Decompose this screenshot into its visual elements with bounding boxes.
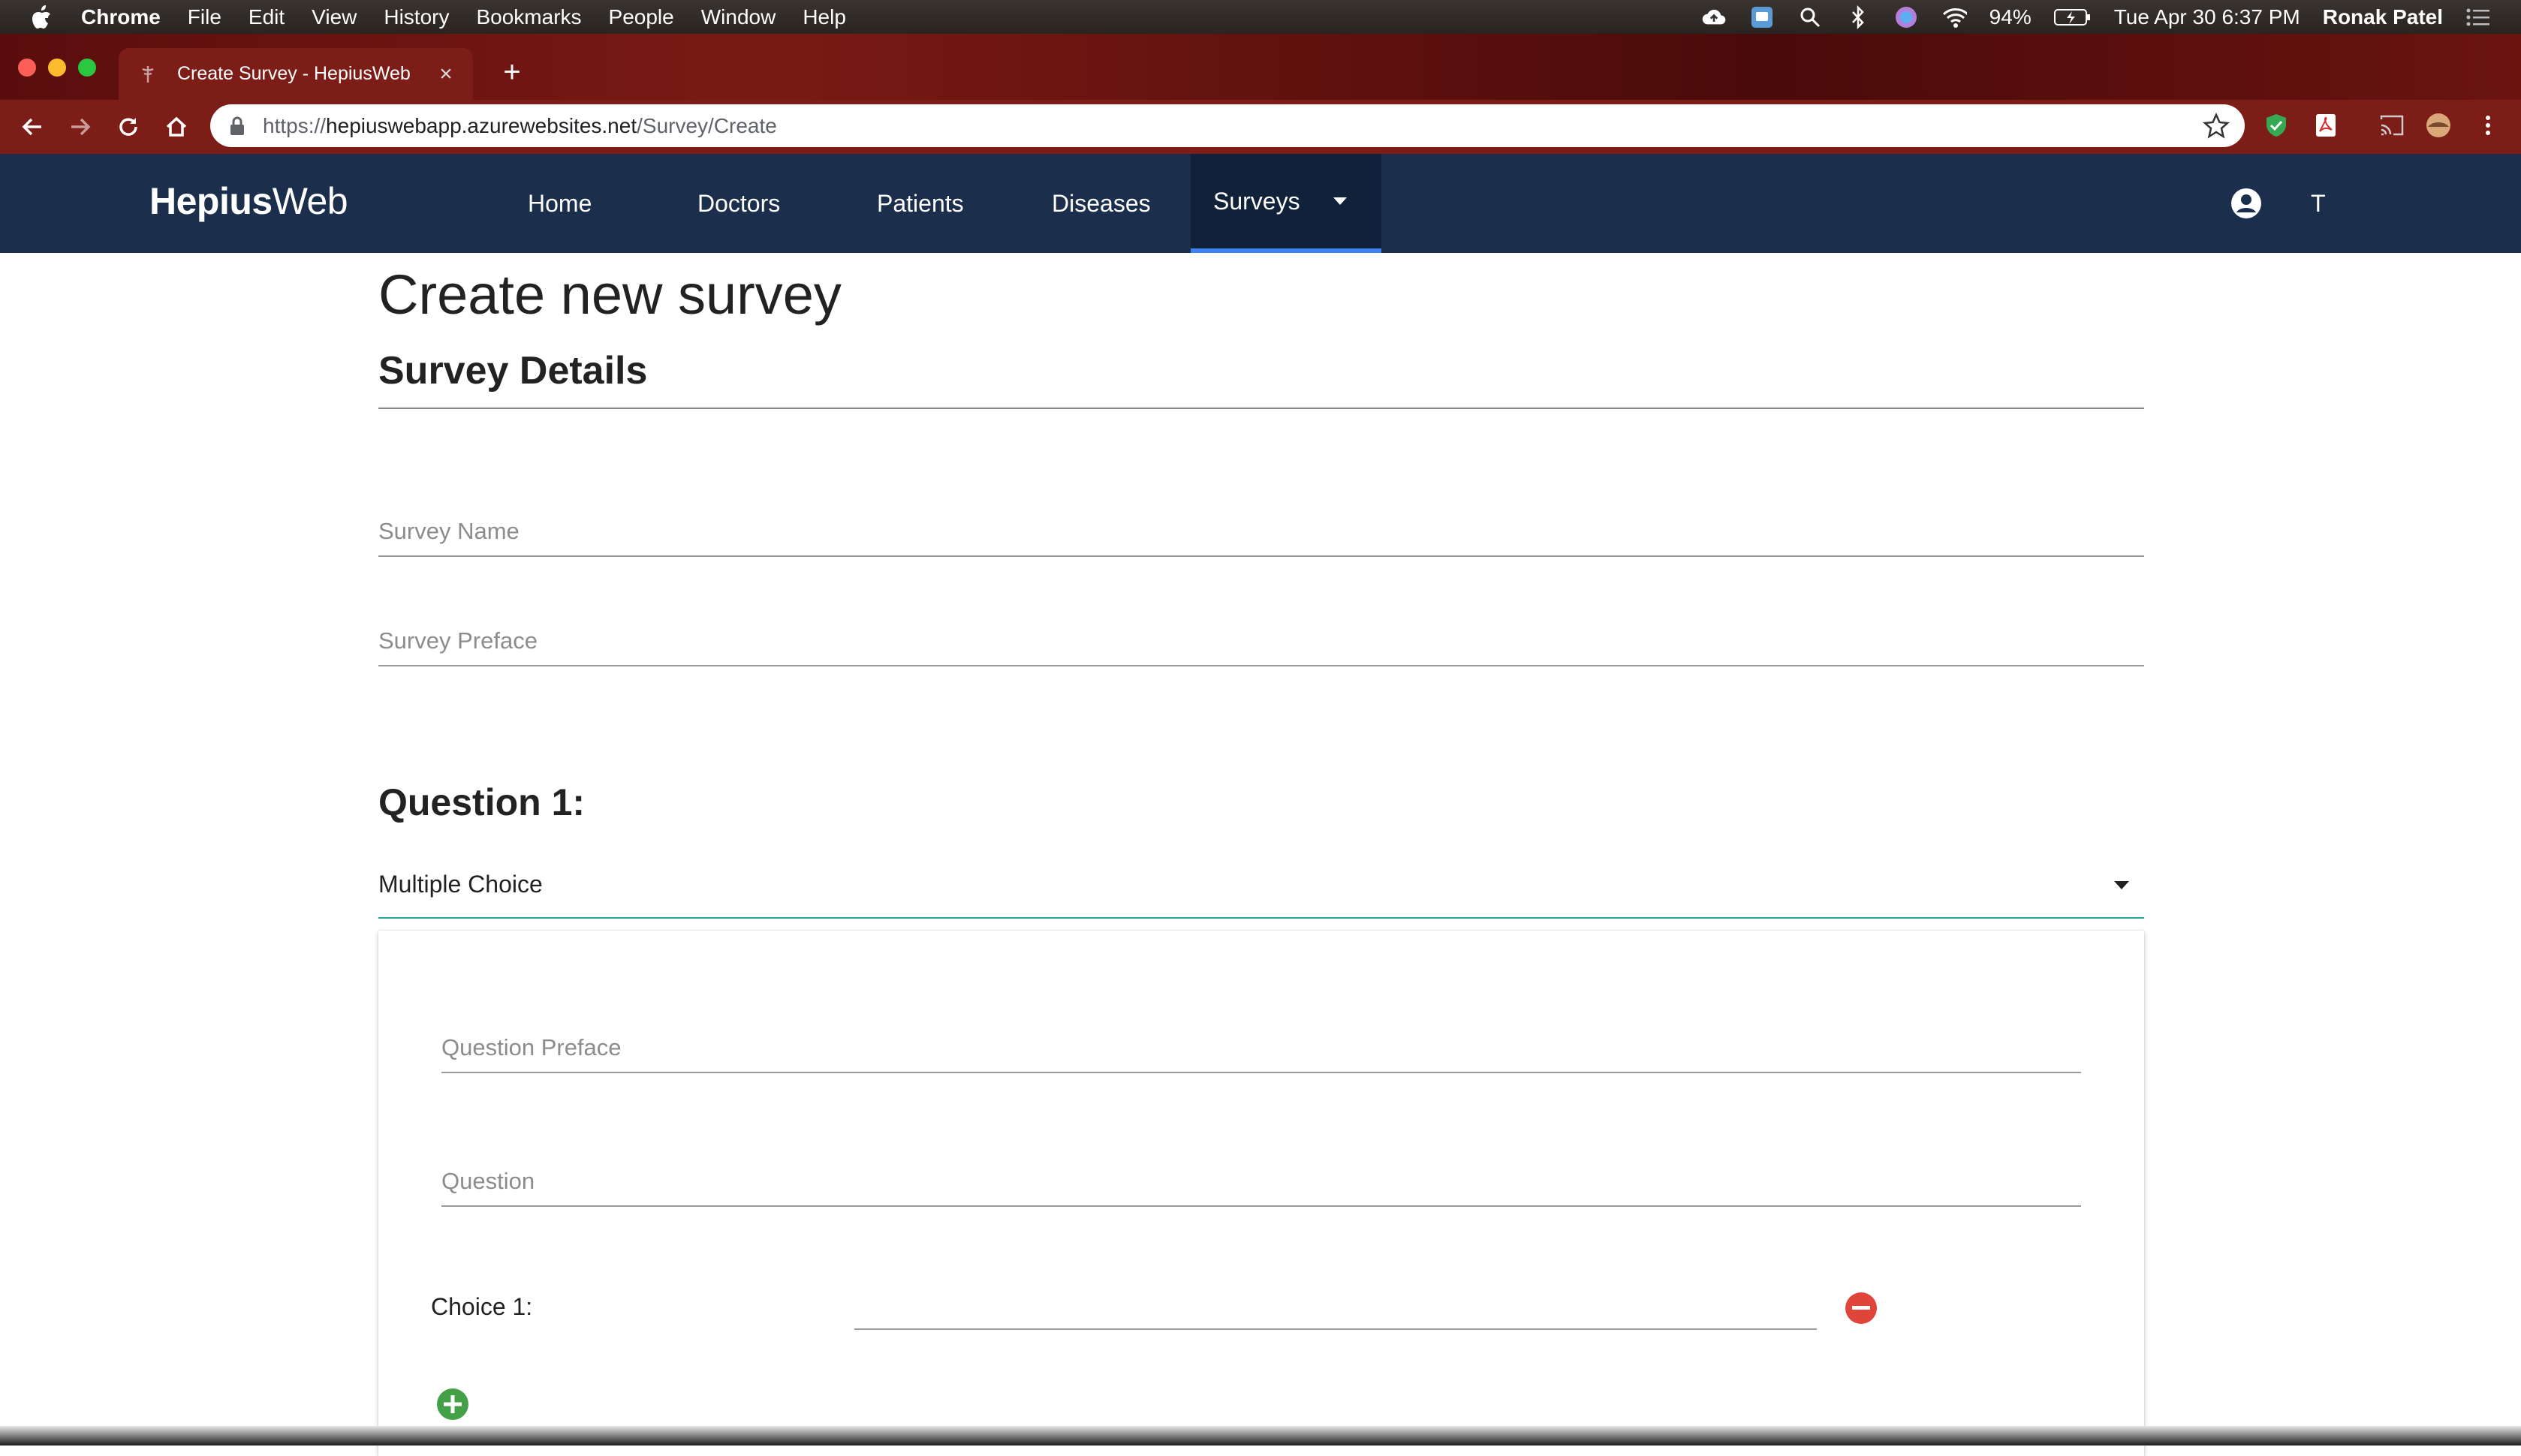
dropdown-arrow-icon	[2114, 881, 2129, 889]
chrome-menu-icon[interactable]	[2474, 112, 2501, 139]
cloud-upload-icon[interactable]	[1701, 5, 1727, 30]
user-initial[interactable]: T	[2311, 190, 2326, 218]
menu-clock[interactable]: Tue Apr 30 6:37 PM	[2114, 5, 2300, 29]
menu-edit[interactable]: Edit	[248, 5, 285, 29]
battery-icon[interactable]	[2053, 5, 2092, 30]
menu-user-name[interactable]: Ronak Patel	[2323, 5, 2443, 29]
plus-icon	[444, 1395, 462, 1413]
question-type-value: Multiple Choice	[378, 871, 543, 898]
siri-icon[interactable]	[1893, 5, 1919, 30]
nav-doctors[interactable]: Doctors	[697, 154, 780, 253]
survey-preface-field	[378, 606, 2144, 666]
section-heading-survey-details: Survey Details	[378, 349, 648, 393]
brand-logo[interactable]: HepiusWeb	[149, 179, 348, 223]
menu-history[interactable]: History	[384, 5, 449, 29]
chevron-down-icon	[1333, 197, 1347, 205]
back-button[interactable]	[17, 111, 48, 143]
forward-button[interactable]	[65, 111, 96, 143]
home-button[interactable]	[161, 111, 192, 143]
notification-center-icon[interactable]	[2465, 5, 2491, 30]
window-bottom-edge	[0, 1426, 2521, 1445]
menu-window[interactable]: Window	[701, 5, 776, 29]
window-minimize-button[interactable]	[48, 59, 66, 77]
window-zoom-button[interactable]	[78, 59, 96, 77]
nav-home[interactable]: Home	[528, 154, 592, 253]
question-card: Choice 1:	[378, 931, 2144, 1456]
question-preface-input[interactable]	[441, 1034, 2081, 1061]
choice-field	[854, 1270, 1817, 1330]
new-tab-button[interactable]: +	[497, 56, 527, 89]
pdf-extension-icon[interactable]	[2312, 112, 2339, 139]
window-close-button[interactable]	[18, 59, 36, 77]
nav-patients[interactable]: Patients	[877, 154, 964, 253]
section-divider	[378, 408, 2144, 409]
reload-button[interactable]	[113, 111, 144, 143]
menu-people[interactable]: People	[609, 5, 674, 29]
app-navbar: HepiusWeb Home Doctors Patients Diseases…	[0, 154, 2521, 253]
menu-view[interactable]: View	[312, 5, 357, 29]
choice-label: Choice 1:	[431, 1293, 533, 1320]
apple-icon[interactable]	[29, 5, 54, 30]
browser-tab-active[interactable]: Create Survey - HepiusWeb ×	[119, 48, 473, 100]
app-status-icon[interactable]	[1749, 5, 1775, 30]
profile-avatar-icon[interactable]	[2425, 112, 2452, 139]
site-favicon-icon	[142, 65, 154, 83]
survey-name-input[interactable]	[378, 518, 2144, 545]
menu-file[interactable]: File	[188, 5, 221, 29]
address-url[interactable]: https://hepiuswebapp.azurewebsites.net/S…	[263, 114, 777, 138]
minus-icon	[1852, 1306, 1870, 1310]
bookmark-star-icon[interactable]	[2203, 112, 2230, 140]
cast-icon[interactable]	[2378, 112, 2405, 139]
choice-input[interactable]	[854, 1291, 1817, 1318]
menu-app-name[interactable]: Chrome	[81, 5, 161, 29]
question-field	[441, 1147, 2081, 1207]
remove-choice-button[interactable]	[1845, 1292, 1877, 1324]
question-preface-field	[441, 1013, 2081, 1073]
wifi-icon[interactable]	[1941, 5, 1967, 30]
spotlight-search-icon[interactable]	[1797, 5, 1823, 30]
question-type-select[interactable]: Multiple Choice	[378, 860, 2144, 919]
nav-surveys-dropdown[interactable]: Surveys	[1191, 154, 1381, 253]
survey-name-field	[378, 497, 2144, 557]
nav-diseases[interactable]: Diseases	[1052, 154, 1151, 253]
question-heading: Question 1:	[378, 781, 586, 823]
macos-menu-bar: Chrome File Edit View History Bookmarks …	[0, 0, 2521, 34]
question-input[interactable]	[441, 1168, 2081, 1195]
battery-percent: 94%	[1989, 5, 2032, 29]
tab-close-icon[interactable]: ×	[435, 62, 456, 86]
add-choice-button[interactable]	[437, 1388, 468, 1420]
page-title: Create new survey	[378, 263, 842, 326]
menu-bookmarks[interactable]: Bookmarks	[476, 5, 581, 29]
account-circle-icon[interactable]	[2230, 187, 2263, 220]
lock-icon[interactable]	[228, 116, 246, 137]
survey-preface-input[interactable]	[378, 627, 2144, 654]
address-bar[interactable]: https://hepiuswebapp.azurewebsites.net/S…	[210, 104, 2245, 147]
tab-title: Create Survey - HepiusWeb	[177, 63, 411, 84]
menu-help[interactable]: Help	[803, 5, 846, 29]
shield-extension-icon[interactable]	[2263, 112, 2290, 139]
bluetooth-icon[interactable]	[1845, 5, 1871, 30]
